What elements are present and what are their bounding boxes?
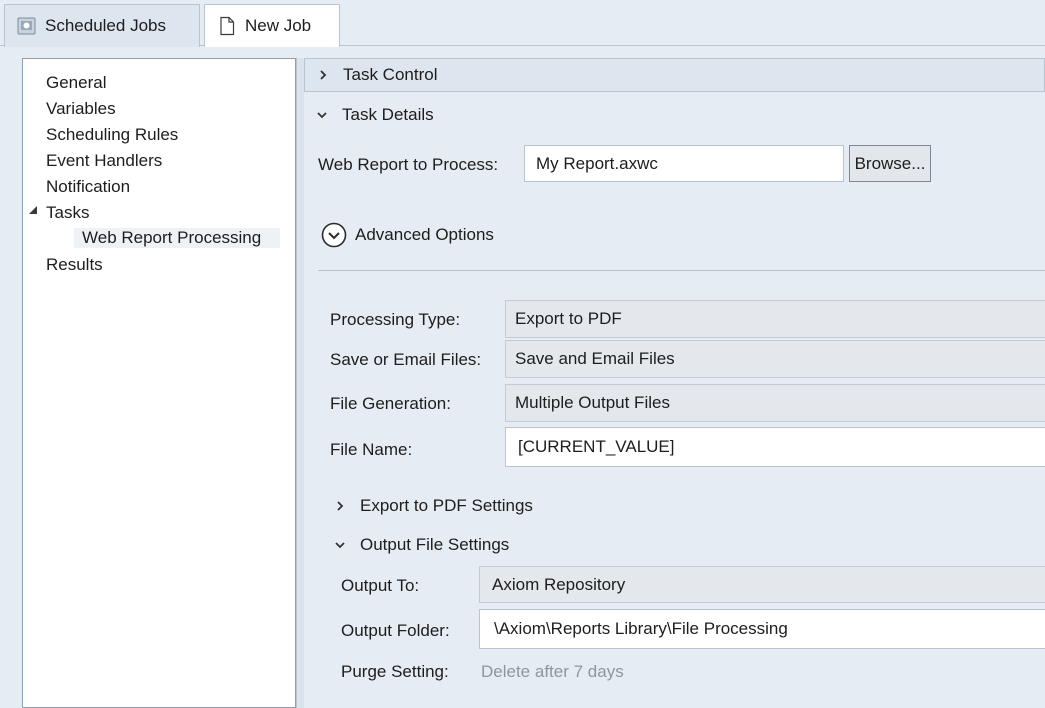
web-report-input[interactable]: My Report.axwc: [524, 145, 844, 182]
processing-type-dropdown[interactable]: Export to PDF: [505, 300, 1045, 338]
advanced-options-label: Advanced Options: [355, 225, 494, 244]
nav-item-web-report-processing[interactable]: Web Report Processing: [74, 228, 280, 248]
nav-item-results[interactable]: Results: [46, 255, 103, 275]
advanced-options-toggle[interactable]: Advanced Options: [321, 222, 494, 248]
chevron-down-icon: [335, 542, 345, 549]
section-title: Task Details: [342, 105, 434, 124]
file-name-label: File Name:: [330, 440, 413, 459]
save-email-label: Save or Email Files:: [330, 350, 482, 369]
processing-type-label: Processing Type:: [330, 310, 461, 329]
chevron-down-icon: [317, 112, 327, 119]
scheduled-jobs-icon: [17, 17, 36, 35]
nav-item-scheduling-rules[interactable]: Scheduling Rules: [46, 125, 178, 145]
save-email-dropdown[interactable]: Save and Email Files: [505, 340, 1045, 378]
tab-label: Scheduled Jobs: [45, 16, 166, 35]
nav-item-tasks[interactable]: Tasks: [46, 203, 89, 223]
file-name-input[interactable]: [CURRENT_VALUE]: [505, 427, 1045, 467]
nav-item-general[interactable]: General: [46, 73, 106, 93]
nav-item-variables[interactable]: Variables: [46, 99, 116, 119]
output-folder-input[interactable]: \Axiom\Reports Library\File Processing: [479, 609, 1045, 649]
file-generation-dropdown[interactable]: Multiple Output Files: [505, 384, 1045, 422]
chevron-right-icon: [337, 501, 344, 511]
task-details-header[interactable]: Task Details: [304, 98, 1045, 132]
section-title: Task Control: [343, 65, 438, 84]
browse-button[interactable]: Browse...: [849, 145, 931, 182]
nav-item-notification[interactable]: Notification: [46, 177, 130, 197]
tree-expanded-icon[interactable]: [28, 205, 38, 215]
output-to-label: Output To:: [341, 576, 420, 595]
tab-scheduled-jobs[interactable]: Scheduled Jobs: [4, 4, 200, 47]
output-to-dropdown[interactable]: Axiom Repository: [479, 566, 1045, 603]
purge-setting-value: Delete after 7 days: [481, 662, 624, 681]
output-file-settings-toggle[interactable]: Output File Settings: [334, 535, 509, 555]
panel-splitter[interactable]: [296, 58, 304, 708]
web-report-label: Web Report to Process:: [318, 155, 499, 174]
task-control-header[interactable]: Task Control: [304, 58, 1045, 92]
export-pdf-settings-toggle[interactable]: Export to PDF Settings: [334, 496, 533, 516]
circle-chevron-down-icon: [321, 222, 347, 248]
nav-item-event-handlers[interactable]: Event Handlers: [46, 151, 162, 171]
divider: [318, 270, 1045, 271]
tab-new-job[interactable]: New Job: [204, 4, 340, 47]
document-icon: [220, 16, 235, 36]
output-file-settings-label: Output File Settings: [360, 535, 510, 554]
chevron-right-icon: [320, 70, 327, 80]
output-folder-label: Output Folder:: [341, 621, 450, 640]
tab-label: New Job: [245, 16, 312, 35]
export-pdf-settings-label: Export to PDF Settings: [360, 496, 533, 515]
purge-setting-label: Purge Setting:: [341, 662, 449, 681]
file-generation-label: File Generation:: [330, 394, 451, 413]
